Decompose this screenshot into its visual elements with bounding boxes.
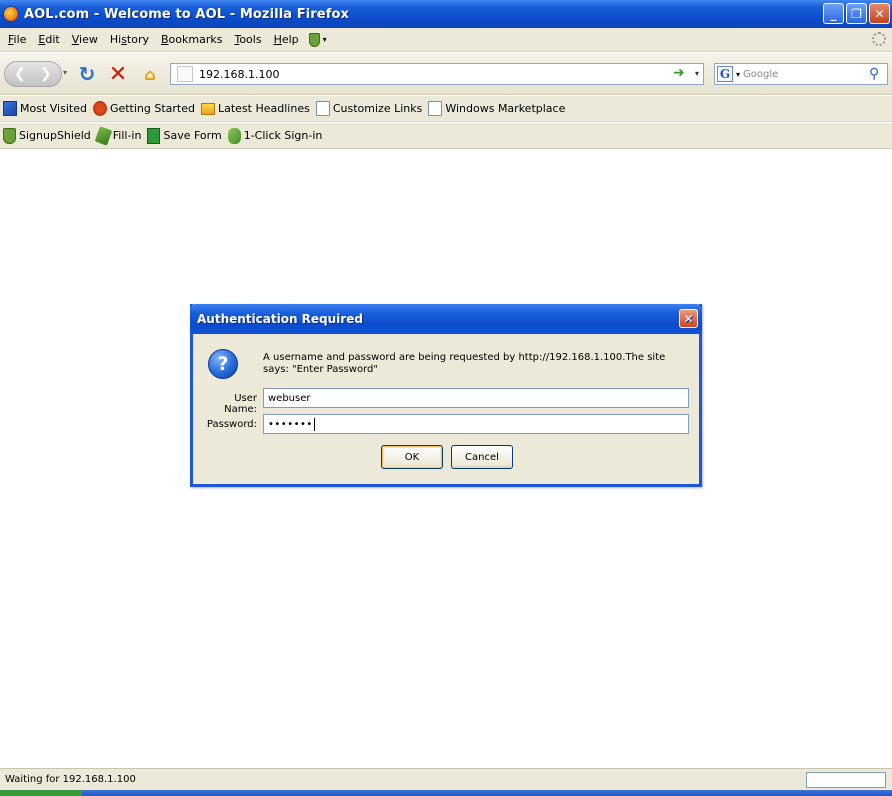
save-form-icon [147, 127, 161, 144]
text-cursor [313, 417, 315, 431]
address-input[interactable]: 192.168.1.100 [199, 68, 279, 81]
fill-in-icon [94, 125, 113, 146]
bookmark-label: Most Visited [20, 102, 87, 115]
menu-history[interactable]: History [104, 33, 155, 46]
menu-edit[interactable]: Edit [32, 33, 65, 46]
username-field[interactable]: webuser [263, 388, 689, 408]
navigation-toolbar: ❮ ❯ ▾ ↻ ✕ ⌂ 192.168.1.100 ➜ ▾ G ▾ Google… [0, 53, 892, 95]
forward-arrow-icon[interactable]: ❯ [40, 66, 52, 82]
back-forward-buttons[interactable]: ❮ ❯ [4, 61, 62, 87]
engine-dropdown-icon[interactable]: ▾ [736, 70, 740, 79]
signupshield-button[interactable]: SignupShield [3, 127, 91, 144]
username-label: User Name: [224, 393, 257, 415]
menu-bookmarks[interactable]: Bookmarks [155, 33, 228, 46]
window-title: AOL.com - Welcome to AOL - Mozilla Firef… [24, 6, 349, 22]
search-icon[interactable]: ⚲ [869, 66, 887, 82]
taskbar [0, 790, 892, 796]
bookmark-label: Getting Started [109, 102, 195, 115]
menu-history-rest: tory [126, 33, 149, 46]
go-arrow-icon[interactable]: ➜ [673, 65, 685, 81]
sign-in-icon [227, 127, 241, 144]
minimize-button[interactable]: _ [823, 3, 844, 24]
shield-icon [3, 127, 16, 144]
toolbar-label: Fill-in [112, 129, 142, 142]
status-bar: Waiting for 192.168.1.100 [0, 768, 892, 790]
getting-started-icon [92, 101, 107, 116]
signupshield-menu-icon[interactable] [308, 32, 320, 47]
question-icon: ? [208, 349, 238, 379]
menu-tools-rest: ools [239, 33, 262, 46]
bookmark-label: Latest Headlines [218, 102, 310, 115]
username-value: webuser [268, 392, 311, 404]
ok-button[interactable]: OK [381, 445, 443, 469]
menu-edit-rest: dit [45, 33, 60, 46]
address-bar[interactable]: 192.168.1.100 [170, 63, 704, 85]
status-panel [806, 772, 886, 788]
maximize-button[interactable]: ❐ [846, 3, 867, 24]
dialog-title-bar: Authentication Required ✕ [190, 304, 702, 334]
dialog-close-button[interactable]: ✕ [679, 309, 698, 328]
window-controls: _ ❐ ✕ [823, 3, 890, 24]
menu-help-rest: elp [281, 33, 299, 46]
back-arrow-icon[interactable]: ❮ [14, 66, 26, 82]
toolbar-label: Save Form [163, 129, 222, 142]
bookmark-most-visited[interactable]: Most Visited [3, 101, 87, 116]
password-value: ••••••• [268, 418, 313, 430]
menu-history-pre: Hi [109, 33, 122, 46]
menu-file[interactable]: File [2, 33, 32, 46]
page-icon [315, 101, 330, 116]
signupshield-toolbar: SignupShield Fill-in Save Form 1-Click S… [0, 123, 892, 149]
search-box[interactable]: G ▾ Google ⚲ [714, 63, 888, 85]
bookmark-customize-links[interactable]: Customize Links [315, 101, 423, 116]
chevron-down-icon[interactable]: ▾ [323, 35, 327, 44]
throbber-icon [872, 32, 886, 46]
menu-file-rest: ile [13, 33, 27, 46]
password-field[interactable]: ••••••• [263, 414, 689, 434]
cancel-button[interactable]: Cancel [451, 445, 513, 469]
toolbar-label: 1-Click Sign-in [243, 129, 323, 142]
bookmark-windows-marketplace[interactable]: Windows Marketplace [428, 101, 565, 116]
search-input[interactable]: Google [743, 69, 869, 80]
url-dropdown-icon[interactable]: ▾ [695, 69, 699, 78]
folder-icon [201, 102, 215, 115]
bookmarks-toolbar: Most Visited Getting Started Latest Head… [0, 96, 892, 122]
bookmark-latest-headlines[interactable]: Latest Headlines [201, 102, 310, 115]
google-engine-icon[interactable]: G [717, 66, 733, 82]
home-icon[interactable]: ⌂ [139, 63, 161, 85]
stop-icon[interactable]: ✕ [107, 62, 129, 87]
reload-icon[interactable]: ↻ [76, 62, 98, 86]
dialog-title: Authentication Required [197, 312, 363, 326]
start-button[interactable] [0, 790, 82, 796]
menu-help[interactable]: Help [268, 33, 305, 46]
password-label: Password: [206, 419, 257, 430]
fill-in-button[interactable]: Fill-in [94, 125, 142, 146]
menu-bar: File Edit View History Bookmarks Tools H… [0, 28, 892, 52]
page-icon [428, 101, 443, 116]
one-click-sign-in-button[interactable]: 1-Click Sign-in [227, 127, 323, 144]
title-bar: AOL.com - Welcome to AOL - Mozilla Firef… [0, 0, 892, 28]
most-visited-icon [3, 101, 17, 116]
menu-view[interactable]: View [66, 33, 104, 46]
firefox-logo-icon [3, 6, 19, 22]
bookmark-label: Windows Marketplace [445, 102, 566, 115]
bookmark-getting-started[interactable]: Getting Started [92, 101, 195, 116]
authentication-dialog: Authentication Required ✕ ? A username a… [190, 304, 702, 487]
menu-bookmarks-rest: ookmarks [168, 33, 223, 46]
menu-tools[interactable]: Tools [228, 33, 267, 46]
toolbar-label: SignupShield [19, 129, 91, 142]
menu-view-rest: iew [79, 33, 98, 46]
bookmark-label: Customize Links [332, 102, 423, 115]
dialog-message: A username and password are being reques… [263, 352, 666, 375]
history-dropdown-icon[interactable]: ▾ [63, 68, 67, 77]
save-form-button[interactable]: Save Form [147, 127, 222, 144]
page-favicon-icon [177, 66, 193, 82]
status-text: Waiting for 192.168.1.100 [5, 774, 136, 785]
close-button[interactable]: ✕ [869, 3, 890, 24]
